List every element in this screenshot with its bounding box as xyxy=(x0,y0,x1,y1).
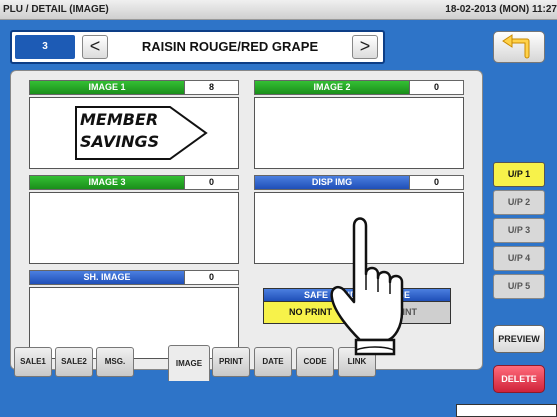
screen-title: PLU / DETAIL (IMAGE) xyxy=(3,4,109,15)
plu-name: RAISIN ROUGE/RED GRAPE xyxy=(141,39,319,54)
tab-sale2[interactable]: SALE2 xyxy=(55,347,93,377)
main-area: 3 < RAISIN ROUGE/RED GRAPE > IMAGE 1 8 M… xyxy=(0,20,557,417)
disp-img-label: DISP IMG xyxy=(255,176,409,189)
title-bar: PLU / DETAIL (IMAGE) 18-02-2013 (MON) 11… xyxy=(0,0,557,20)
date-time: 18-02-2013 (MON) 11:27 xyxy=(445,4,557,15)
image-1-label: IMAGE 1 xyxy=(30,81,184,94)
up-page-4-button[interactable]: U/P 4 xyxy=(493,246,545,271)
back-button[interactable] xyxy=(493,31,545,63)
prev-plu-button[interactable]: < xyxy=(82,35,108,59)
image-1-text-line2: SAVINGS xyxy=(80,132,160,151)
image-3-value: 0 xyxy=(184,176,238,189)
tab-print[interactable]: PRINT xyxy=(212,347,250,377)
up-page-3-button[interactable]: U/P 3 xyxy=(493,218,545,243)
pointing-hand-icon xyxy=(330,217,404,356)
return-arrow-icon xyxy=(502,34,530,59)
image-1-value: 8 xyxy=(184,81,238,94)
tab-msg[interactable]: MSG. xyxy=(96,347,134,377)
image-3-preview[interactable] xyxy=(29,192,239,264)
plu-number[interactable]: 3 xyxy=(15,35,75,59)
preview-button[interactable]: PREVIEW xyxy=(493,325,545,353)
up-page-2-button[interactable]: U/P 2 xyxy=(493,190,545,215)
sh-image-label: SH. IMAGE xyxy=(30,271,184,284)
tab-sale1[interactable]: SALE1 xyxy=(14,347,52,377)
image-2-preview[interactable] xyxy=(254,97,464,169)
image-3-label: IMAGE 3 xyxy=(30,176,184,189)
image-1-text-line1: MEMBER xyxy=(80,110,159,129)
image-1-preview[interactable]: MEMBER SAVINGS xyxy=(29,97,239,169)
disp-img-value: 0 xyxy=(409,176,463,189)
delete-button[interactable]: DELETE xyxy=(493,365,545,393)
next-plu-button[interactable]: > xyxy=(352,35,378,59)
tab-date[interactable]: DATE xyxy=(254,347,292,377)
tab-image[interactable]: IMAGE xyxy=(168,345,210,381)
image-2-label: IMAGE 2 xyxy=(255,81,409,94)
up-page-1-button[interactable]: U/P 1 xyxy=(493,162,545,187)
image-2-value: 0 xyxy=(409,81,463,94)
up-page-5-button[interactable]: U/P 5 xyxy=(493,274,545,299)
sh-image-value: 0 xyxy=(184,271,238,284)
status-box xyxy=(456,404,557,417)
plu-nav-bar: 3 < RAISIN ROUGE/RED GRAPE > xyxy=(10,30,385,64)
